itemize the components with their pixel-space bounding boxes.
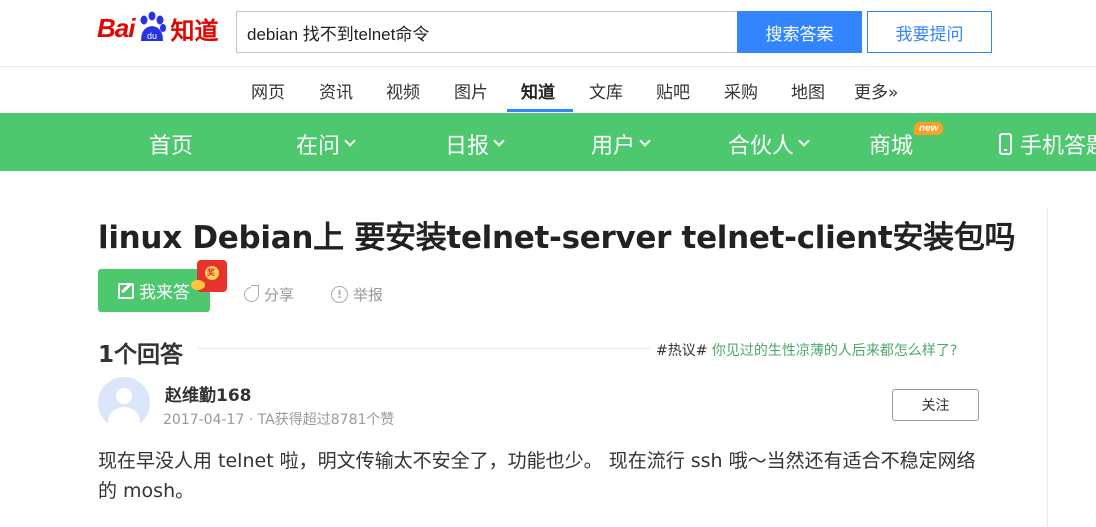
nav-ask-label: 在问 [296,134,341,159]
share-icon [244,285,259,302]
red-packet-icon[interactable]: 奖 [191,260,227,292]
nav-daily-label: 日报 [445,134,490,159]
chevron-down-icon [639,135,651,147]
right-column-divider [1047,208,1048,527]
top-header: Bai du 知道 搜索答案 我要提问 [0,0,1096,67]
answer-content: 现在早没人用 telnet 啦，明文传输太不安全了，功能也少。 现在流行 ssh… [98,450,976,502]
channel-map[interactable]: 地图 [791,78,825,103]
channel-nav: 网页 资讯 视频 图片 知道 文库 贴吧 采购 地图 更多» [0,67,1096,113]
answer-button[interactable]: 我来答 [98,269,210,312]
answer-header-divider [198,348,650,349]
active-channel-underline [507,109,573,112]
channel-news[interactable]: 资讯 [319,78,353,103]
edit-icon [118,282,134,299]
logo-du-text: du [147,31,157,41]
share-label: 分享 [264,286,295,304]
chevron-down-icon [493,135,505,147]
channel-video[interactable]: 视频 [386,78,420,103]
new-badge: new [914,122,944,135]
nav-home-label: 首页 [149,134,194,159]
channel-more[interactable]: 更多» [854,78,898,103]
hot-topic-link[interactable]: 你见过的生性凉薄的人后来都怎么样了? [712,343,957,359]
ask-question-button[interactable]: 我要提问 [867,11,992,53]
nav-partner[interactable]: 合伙人 [728,128,810,160]
nav-mobile-answer[interactable]: 手机答题 [999,128,1096,160]
follow-button[interactable]: 关注 [892,389,979,421]
answer-button-label: 我来答 [139,283,190,303]
channel-zhidao[interactable]: 知道 [521,78,555,103]
channel-wenku[interactable]: 文库 [589,78,623,103]
channel-image[interactable]: 图片 [454,78,488,103]
search-input[interactable] [236,11,738,53]
answer-meta: 2017-04-17 · TA获得超过8781个赞 [163,412,395,428]
avatar-head [116,388,132,404]
hot-topic-tag[interactable]: #热议# [656,343,707,359]
logo-bai-text: Bai [97,12,135,43]
answer-username[interactable]: 赵维勤168 [165,381,252,406]
channel-tieba[interactable]: 贴吧 [656,78,690,103]
red-packet-char: 奖 [207,268,215,277]
nav-user[interactable]: 用户 [591,128,651,160]
avatar[interactable] [98,377,150,429]
report-label: 举报 [353,286,384,304]
coin-icon [191,280,205,290]
phone-icon [999,133,1012,155]
baidu-zhidao-logo[interactable]: Bai du 知道 [97,8,218,48]
chevron-down-icon [344,135,356,147]
chevron-down-icon [798,135,810,147]
channel-caigou[interactable]: 采购 [724,78,758,103]
nav-partner-label: 合伙人 [728,134,795,159]
question-title: linux Debian上 要安装telnet-server telnet-cl… [98,220,1016,256]
hot-topic: #热议# 你见过的生性凉薄的人后来都怎么样了? [656,340,957,360]
avatar-body [108,407,140,429]
report-action[interactable]: ! 举报 [331,284,383,305]
nav-user-label: 用户 [591,134,636,159]
nav-ask[interactable]: 在问 [296,128,356,160]
share-action[interactable]: 分享 [244,284,294,305]
answer-count: 1个回答 [98,342,184,368]
report-icon: ! [331,286,348,303]
search-answer-button[interactable]: 搜索答案 [737,11,862,53]
nav-mall[interactable]: 商城 [869,128,913,160]
nav-mobile-label: 手机答题 [1020,134,1096,159]
paw-icon: du [135,11,169,45]
channel-web[interactable]: 网页 [251,78,285,103]
nav-daily[interactable]: 日报 [445,128,505,160]
logo-zhidao-text: 知道 [170,17,219,45]
nav-home[interactable]: 首页 [149,128,193,160]
nav-mall-label: 商城 [869,134,914,159]
